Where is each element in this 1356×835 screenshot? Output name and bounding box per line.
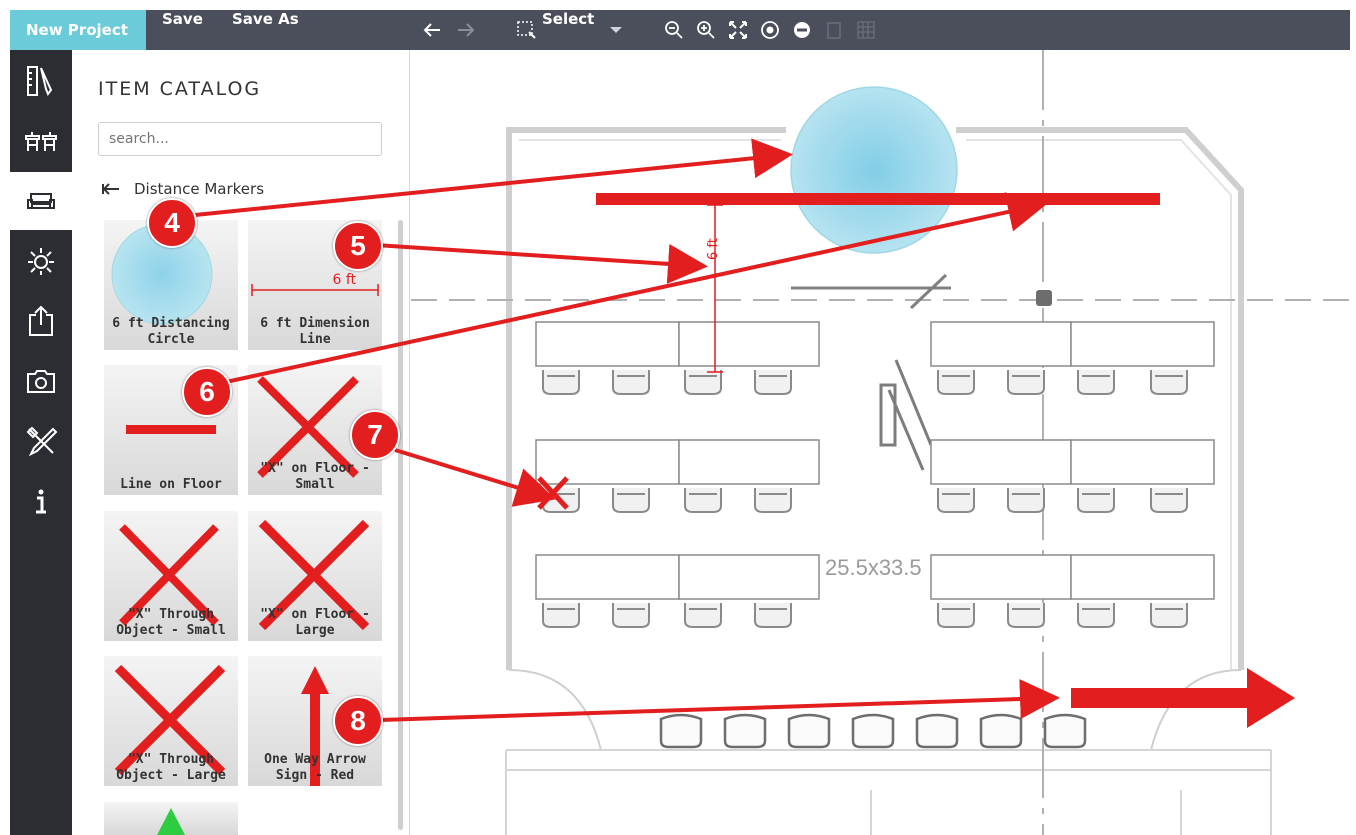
zoom-in-icon[interactable]: [694, 18, 718, 42]
item-label: "X" Through: [127, 607, 215, 622]
select-tool-label[interactable]: Select: [542, 10, 594, 50]
callout-badge-4: 4: [147, 198, 197, 248]
placed-line-on-floor: [596, 193, 1160, 205]
back-arrow-icon: [102, 183, 119, 195]
export-icon[interactable]: [10, 292, 72, 350]
item-label: Circle: [147, 332, 195, 347]
item-label: 6 ft Distancing: [112, 316, 230, 331]
save-as-button[interactable]: Save As: [232, 10, 299, 50]
redo-arrow-icon[interactable]: [454, 18, 478, 42]
callout-badge-7: 7: [350, 410, 400, 460]
callout-badge-8: 8: [333, 696, 383, 746]
fit-to-screen-icon[interactable]: [726, 18, 750, 42]
dimension-thumb-text: 6 ft: [332, 272, 356, 288]
item-label: Sign - Red: [275, 768, 355, 783]
item-label: Large: [295, 623, 335, 638]
tools-icon[interactable]: [10, 412, 72, 470]
top-toolbar: New Project Save Save As Select: [10, 10, 1350, 50]
catalog-scrollbar[interactable]: [398, 220, 403, 830]
chevron-down-icon[interactable]: [604, 18, 628, 42]
dimension-label: 6 ft: [706, 238, 721, 260]
item-label: 6 ft Dimension: [260, 316, 370, 331]
minus-circle-icon[interactable]: [790, 18, 814, 42]
light-icon[interactable]: [10, 232, 72, 290]
ruler-pencil-icon[interactable]: [10, 52, 72, 110]
item-label: Line: [299, 332, 331, 347]
catalog-title: ITEM CATALOG: [98, 78, 262, 100]
clipboard-icon[interactable]: [822, 18, 846, 42]
item-label: Line on Floor: [120, 477, 222, 492]
zoom-out-icon[interactable]: [662, 18, 686, 42]
item-label: "X" Through: [127, 752, 215, 767]
item-label: "X" on Floor -: [260, 461, 370, 476]
item-label: "X" on Floor -: [260, 607, 370, 622]
select-tool-icon[interactable]: [515, 18, 539, 42]
category-label: Distance Markers: [134, 180, 265, 198]
furniture-icon[interactable]: [10, 112, 72, 170]
catalog-item-x-object-large[interactable]: "X" Through Object - Large: [104, 656, 238, 786]
item-label: Object - Large: [116, 768, 226, 783]
item-label: Small: [295, 477, 335, 492]
floor-plan-canvas[interactable]: 6 ft 25.5x33.5: [411, 50, 1350, 835]
grid-icon[interactable]: [854, 18, 878, 42]
room-size-label: 25.5x33.5: [825, 555, 922, 580]
new-project-button[interactable]: New Project: [10, 10, 146, 50]
floor-plan-drawing: [411, 50, 1350, 835]
search-input[interactable]: [98, 122, 382, 156]
category-back-link[interactable]: Distance Markers: [102, 178, 264, 200]
sofa-icon[interactable]: [10, 172, 72, 230]
catalog-item-green-arrow[interactable]: [104, 802, 238, 835]
info-icon[interactable]: [10, 472, 72, 530]
catalog-item-x-object-small[interactable]: "X" Through Object - Small: [104, 511, 238, 641]
callout-badge-6: 6: [182, 367, 232, 417]
target-icon[interactable]: [758, 18, 782, 42]
catalog-item-x-floor-large[interactable]: "X" on Floor - Large: [248, 511, 382, 641]
camera-icon[interactable]: [10, 352, 72, 410]
item-label: One Way Arrow: [264, 752, 366, 767]
undo-arrow-icon[interactable]: [420, 18, 444, 42]
placed-one-way-arrow: [1071, 668, 1295, 728]
save-button[interactable]: Save: [162, 10, 203, 50]
item-label: Object - Small: [116, 623, 226, 638]
callout-badge-5: 5: [333, 221, 383, 271]
placed-distancing-circle: [790, 86, 958, 254]
green-arrow-thumb: [157, 808, 185, 835]
left-sidebar: [10, 50, 72, 835]
